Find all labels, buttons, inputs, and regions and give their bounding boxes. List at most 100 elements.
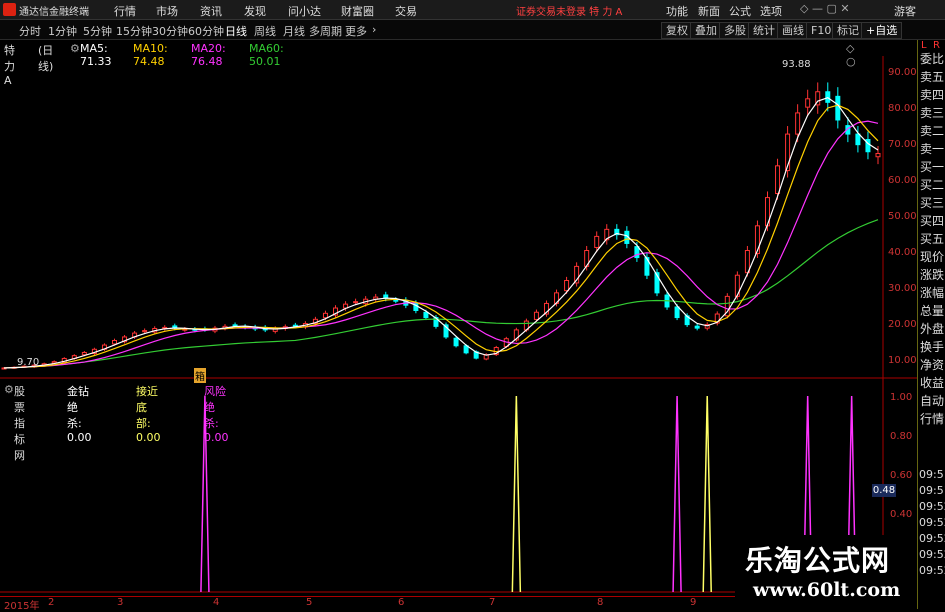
quote-panel-item[interactable]: 卖一 xyxy=(920,140,944,158)
price-tick: 30.00 xyxy=(888,283,917,294)
ma5-line xyxy=(3,96,879,369)
menu-options[interactable]: 选项 xyxy=(760,3,782,19)
period-timeshare[interactable]: 分时 xyxy=(19,23,41,39)
quote-panel-item[interactable]: 自动 xyxy=(920,392,944,410)
quote-panel-item[interactable]: 总量 xyxy=(920,302,944,320)
watermark-title: 乐淘公式网 xyxy=(745,544,891,577)
quote-panel-item[interactable]: 委比 xyxy=(920,50,944,68)
indicator-tick: 0.40 xyxy=(890,509,913,520)
period-more[interactable]: 更多 xyxy=(345,23,367,39)
indicator-name: 股票指标网 xyxy=(14,385,25,462)
quote-panel-item[interactable]: 买三 xyxy=(920,194,944,212)
indicator-current-value: 0.48 xyxy=(872,484,896,497)
period-30min[interactable]: 30分钟 xyxy=(152,23,188,39)
time-tick: 7 xyxy=(489,597,496,608)
quote-panel-item[interactable]: 收益 xyxy=(920,374,944,392)
tool-overlay[interactable]: 叠加 xyxy=(690,22,722,39)
candle-body xyxy=(835,95,841,121)
indicator-gear-icon[interactable]: ⚙ xyxy=(4,383,14,396)
menu-item-wealth[interactable]: 财富圈 xyxy=(341,3,374,19)
quote-panel-item[interactable]: 外盘 xyxy=(920,320,944,338)
tick-time: 09:51 xyxy=(919,468,945,481)
price-tick: 70.00 xyxy=(888,139,917,150)
settings-gear-icon[interactable]: ⚙ xyxy=(70,42,80,55)
window-controls[interactable]: ◇ — ▢ ✕ xyxy=(800,2,850,15)
indicator-tick: 1.00 xyxy=(890,392,913,403)
tick-time: 09:52 xyxy=(919,516,945,529)
candle-body xyxy=(775,165,781,195)
menu-new-page[interactable]: 新面 xyxy=(698,3,720,19)
quote-panel-item[interactable]: 行情 xyxy=(920,410,944,428)
tool-draw[interactable]: 画线 xyxy=(777,22,809,39)
quote-panel-item[interactable]: 买一 xyxy=(920,158,944,176)
indicator-s1: 金钻绝杀: 0.00 xyxy=(67,385,92,444)
menu-item-quotes[interactable]: 行情 xyxy=(114,3,136,19)
period-weekly[interactable]: 周线 xyxy=(254,23,276,39)
indicator-tick: 0.80 xyxy=(890,431,913,442)
box-marker[interactable]: 箱 xyxy=(194,368,206,383)
tool-mark[interactable]: 标记 xyxy=(832,22,864,39)
candle-body xyxy=(423,311,429,319)
price-tick: 90.00 xyxy=(888,67,917,78)
app-title: 通达信金融终端 xyxy=(19,7,89,18)
quote-panel-item[interactable]: 换手 xyxy=(920,338,944,356)
tool-multi-stock[interactable]: 多股 xyxy=(719,22,751,39)
menu-item-discover[interactable]: 发现 xyxy=(244,3,266,19)
quote-panel-item[interactable]: 卖四 xyxy=(920,86,944,104)
quote-panel-item[interactable]: 卖五 xyxy=(920,68,944,86)
quote-panel-item[interactable]: 买二 xyxy=(920,176,944,194)
menu-function[interactable]: 功能 xyxy=(666,3,688,19)
period-15min[interactable]: 15分钟 xyxy=(116,23,152,39)
menu-guest[interactable]: 游客 xyxy=(894,3,916,19)
quote-panel-item[interactable]: 现价 xyxy=(920,248,944,266)
time-tick: 2015年 xyxy=(4,601,40,612)
time-tick: 6 xyxy=(398,597,405,608)
watermark: 乐淘公式网 www.60lt.com xyxy=(735,535,917,609)
candle-body xyxy=(232,324,238,327)
period-60min[interactable]: 60分钟 xyxy=(188,23,224,39)
price-tick: 20.00 xyxy=(888,319,917,330)
menu-item-trade[interactable]: 交易 xyxy=(395,3,417,19)
candle-body xyxy=(694,325,700,329)
indicator-spike xyxy=(672,395,682,593)
app-logo-icon xyxy=(3,3,16,16)
period-1min[interactable]: 1分钟 xyxy=(48,23,77,39)
tool-stats[interactable]: 统计 xyxy=(748,22,780,39)
quote-panel-item[interactable]: 净资 xyxy=(920,356,944,374)
candle-body xyxy=(112,339,118,345)
quote-panel-item[interactable]: 卖二 xyxy=(920,122,944,140)
more-chevron-icon[interactable]: › xyxy=(372,23,376,36)
candle-body xyxy=(453,337,459,347)
quote-panel-item[interactable]: 买五 xyxy=(920,230,944,248)
quote-panel-item[interactable]: 涨幅 xyxy=(920,284,944,302)
period-5min[interactable]: 5分钟 xyxy=(83,23,112,39)
period-multi[interactable]: 多周期 xyxy=(309,23,342,39)
ma10-line xyxy=(3,104,879,369)
tool-add-watch[interactable]: +自选 xyxy=(861,22,903,39)
menu-formula[interactable]: 公式 xyxy=(729,3,751,19)
time-tick: 3 xyxy=(117,597,124,608)
price-tick: 80.00 xyxy=(888,103,917,114)
menu-item-news[interactable]: 资讯 xyxy=(200,3,222,19)
indicator-tick: 0.60 xyxy=(890,470,913,481)
tick-time: 09:52 xyxy=(919,548,945,561)
tick-time: 09:52 xyxy=(919,532,945,545)
menu-item-ask[interactable]: 问小达 xyxy=(288,3,321,19)
tool-adjust[interactable]: 复权 xyxy=(661,22,693,39)
candle-body xyxy=(81,351,87,356)
candle-body xyxy=(855,133,861,146)
candle-body xyxy=(795,112,801,135)
quote-panel-item[interactable]: 买四 xyxy=(920,212,944,230)
chart-area xyxy=(0,56,917,596)
watermark-url: www.60lt.com xyxy=(753,579,901,601)
candle-body xyxy=(805,98,811,108)
tick-time: 09:51 xyxy=(919,484,945,497)
menu-item-market[interactable]: 市场 xyxy=(156,3,178,19)
period-daily[interactable]: 日线 xyxy=(225,23,247,39)
period-monthly[interactable]: 月线 xyxy=(283,23,305,39)
indicator-s2: 接近底部: 0.00 xyxy=(136,385,161,444)
quote-panel-item[interactable]: 涨跌 xyxy=(920,266,944,284)
login-notice[interactable]: 证券交易未登录 特 力 A xyxy=(516,3,622,18)
ma20-line xyxy=(3,120,879,369)
quote-panel-item[interactable]: 卖三 xyxy=(920,104,944,122)
